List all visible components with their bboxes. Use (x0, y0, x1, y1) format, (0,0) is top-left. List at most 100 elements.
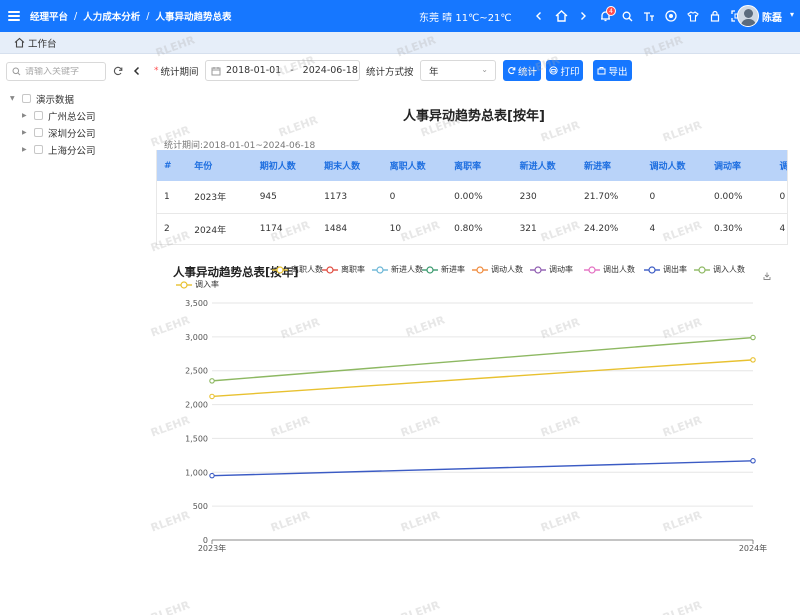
legend-item[interactable]: 新进人数 (372, 264, 423, 275)
legend-item[interactable]: 调出人数 (584, 264, 635, 275)
chevron-right-icon[interactable] (572, 5, 594, 27)
legend-item[interactable]: 离职人数 (272, 264, 323, 275)
bell-icon[interactable]: 4 (594, 5, 616, 27)
legend-marker-icon (422, 265, 438, 274)
breadcrumb-separator: / (146, 10, 150, 22)
stat-button[interactable]: 统计 (503, 60, 541, 81)
avatar[interactable] (737, 5, 759, 27)
column-header: 离职率 (447, 150, 513, 181)
lock-icon[interactable] (704, 5, 726, 27)
print-button-label: 打印 (560, 66, 580, 78)
series-line (211, 460, 754, 477)
tree-node[interactable]: ▶ 广州总公司 (10, 107, 96, 124)
chevron-left-icon[interactable] (528, 5, 550, 27)
table-cell: 321 (512, 213, 578, 244)
legend-item[interactable]: 调入率 (176, 279, 219, 290)
tree-checkbox[interactable] (34, 145, 43, 154)
github-icon[interactable] (660, 5, 682, 27)
calendar-icon (211, 66, 221, 75)
search-icon[interactable] (616, 5, 638, 27)
download-icon[interactable] (762, 271, 772, 281)
period-label: 统计期间 (160, 67, 199, 78)
legend-marker-icon (530, 265, 546, 274)
column-header: 新进人数 (512, 150, 578, 181)
legend-marker-icon (644, 265, 660, 274)
printer-icon (549, 66, 559, 75)
data-point (209, 393, 215, 400)
export-icon (597, 67, 606, 75)
period-field-label: * 统计期间 (154, 61, 199, 81)
tree-checkbox[interactable] (22, 94, 31, 103)
home-icon[interactable] (550, 5, 572, 27)
table-cell: 230 (512, 181, 578, 214)
breadcrumb-separator: / (74, 10, 78, 22)
refresh-icon[interactable] (111, 64, 125, 78)
shirt-icon[interactable] (682, 5, 704, 27)
y-tick-label: 2,000 (185, 401, 208, 410)
legend-marker-icon (176, 280, 192, 289)
font-size-icon[interactable] (638, 5, 660, 27)
table-cell: 1484 (317, 213, 383, 244)
caret-right-icon[interactable]: ▶ (22, 112, 30, 119)
legend-item[interactable]: 调动人数 (472, 264, 523, 275)
refresh-icon (508, 67, 516, 75)
legend-label: 调入人数 (713, 265, 745, 274)
export-button-label: 导出 (608, 66, 628, 78)
x-tick-label: 2024年 (739, 543, 767, 553)
legend-item[interactable]: 调入人数 (694, 264, 745, 275)
tree-checkbox[interactable] (34, 111, 43, 120)
column-header: 离职人数 (382, 150, 448, 181)
legend-item[interactable]: 新进率 (422, 264, 465, 275)
table-cell: 24.20% (577, 213, 643, 244)
required-mark: * (154, 66, 159, 76)
tab-home-label: 工作台 (28, 38, 57, 50)
weather-text: 东莞 晴 11℃~21℃ (419, 13, 512, 24)
legend-item[interactable]: 调出率 (644, 264, 687, 275)
column-header: 调动人数 (642, 150, 707, 181)
report-title: 人事异动趋势总表[按年] (403, 109, 545, 124)
caret-down-icon[interactable]: ▼ (10, 95, 18, 102)
table-cell: 0 (772, 181, 787, 214)
table-cell: 1173 (317, 181, 383, 214)
user-name[interactable]: 陈磊 (762, 9, 782, 24)
tab-bar: 工作台 (0, 32, 800, 54)
tree-node[interactable]: ▼ 演示数据 (10, 90, 96, 107)
tab-home[interactable]: 工作台 (14, 36, 57, 50)
chevron-down-icon[interactable]: ▾ (790, 10, 794, 19)
method-select[interactable]: 年 ⌄ (420, 60, 496, 81)
legend-label: 新进率 (441, 265, 465, 274)
date-end[interactable]: 2024-06-18 (303, 65, 358, 76)
table-row: 1 2023年 945 1173 0 0.00% 230 21.70% 0 0.… (157, 181, 787, 214)
y-tick-label: 1,500 (185, 434, 208, 443)
tree-node[interactable]: ▶ 上海分公司 (10, 141, 96, 158)
breadcrumb-item[interactable]: 人力成本分析 (83, 9, 140, 23)
caret-right-icon[interactable]: ▶ (22, 129, 30, 136)
tree-search-input[interactable] (25, 66, 103, 77)
table-cell: 21.70% (577, 181, 643, 214)
search-icon (12, 67, 21, 76)
print-button[interactable]: 打印 (546, 60, 583, 81)
tree-search (6, 62, 106, 81)
date-start[interactable]: 2018-01-01 (226, 65, 281, 76)
legend-label: 调出人数 (603, 265, 635, 274)
tree-checkbox[interactable] (34, 128, 43, 137)
legend-label: 调出率 (663, 265, 687, 274)
legend-item[interactable]: 调动率 (530, 264, 573, 275)
tree-node-label: 演示数据 (36, 94, 75, 106)
collapse-sidebar-icon[interactable] (130, 64, 144, 78)
tree-node[interactable]: ▶ 深圳分公司 (10, 124, 96, 141)
legend-item[interactable]: 离职率 (322, 264, 365, 275)
y-tick-label: 3,500 (185, 299, 208, 308)
legend-marker-icon (472, 265, 488, 274)
legend-label: 离职率 (341, 265, 365, 274)
breadcrumb-item[interactable]: 经理平台 (30, 9, 68, 23)
legend-marker-icon (322, 265, 338, 274)
date-range-picker[interactable]: 2018-01-01 - 2024-06-18 (205, 60, 360, 81)
tree-node-label: 深圳分公司 (48, 128, 96, 140)
top-bar: 经理平台 / 人力成本分析 / 人事异动趋势总表 东莞 晴 11℃~21℃ 4 … (0, 0, 800, 32)
menu-icon[interactable] (8, 11, 20, 21)
data-point (750, 334, 756, 341)
export-button[interactable]: 导出 (593, 60, 632, 81)
caret-right-icon[interactable]: ▶ (22, 146, 30, 153)
method-label: 统计方式按 (366, 67, 414, 78)
